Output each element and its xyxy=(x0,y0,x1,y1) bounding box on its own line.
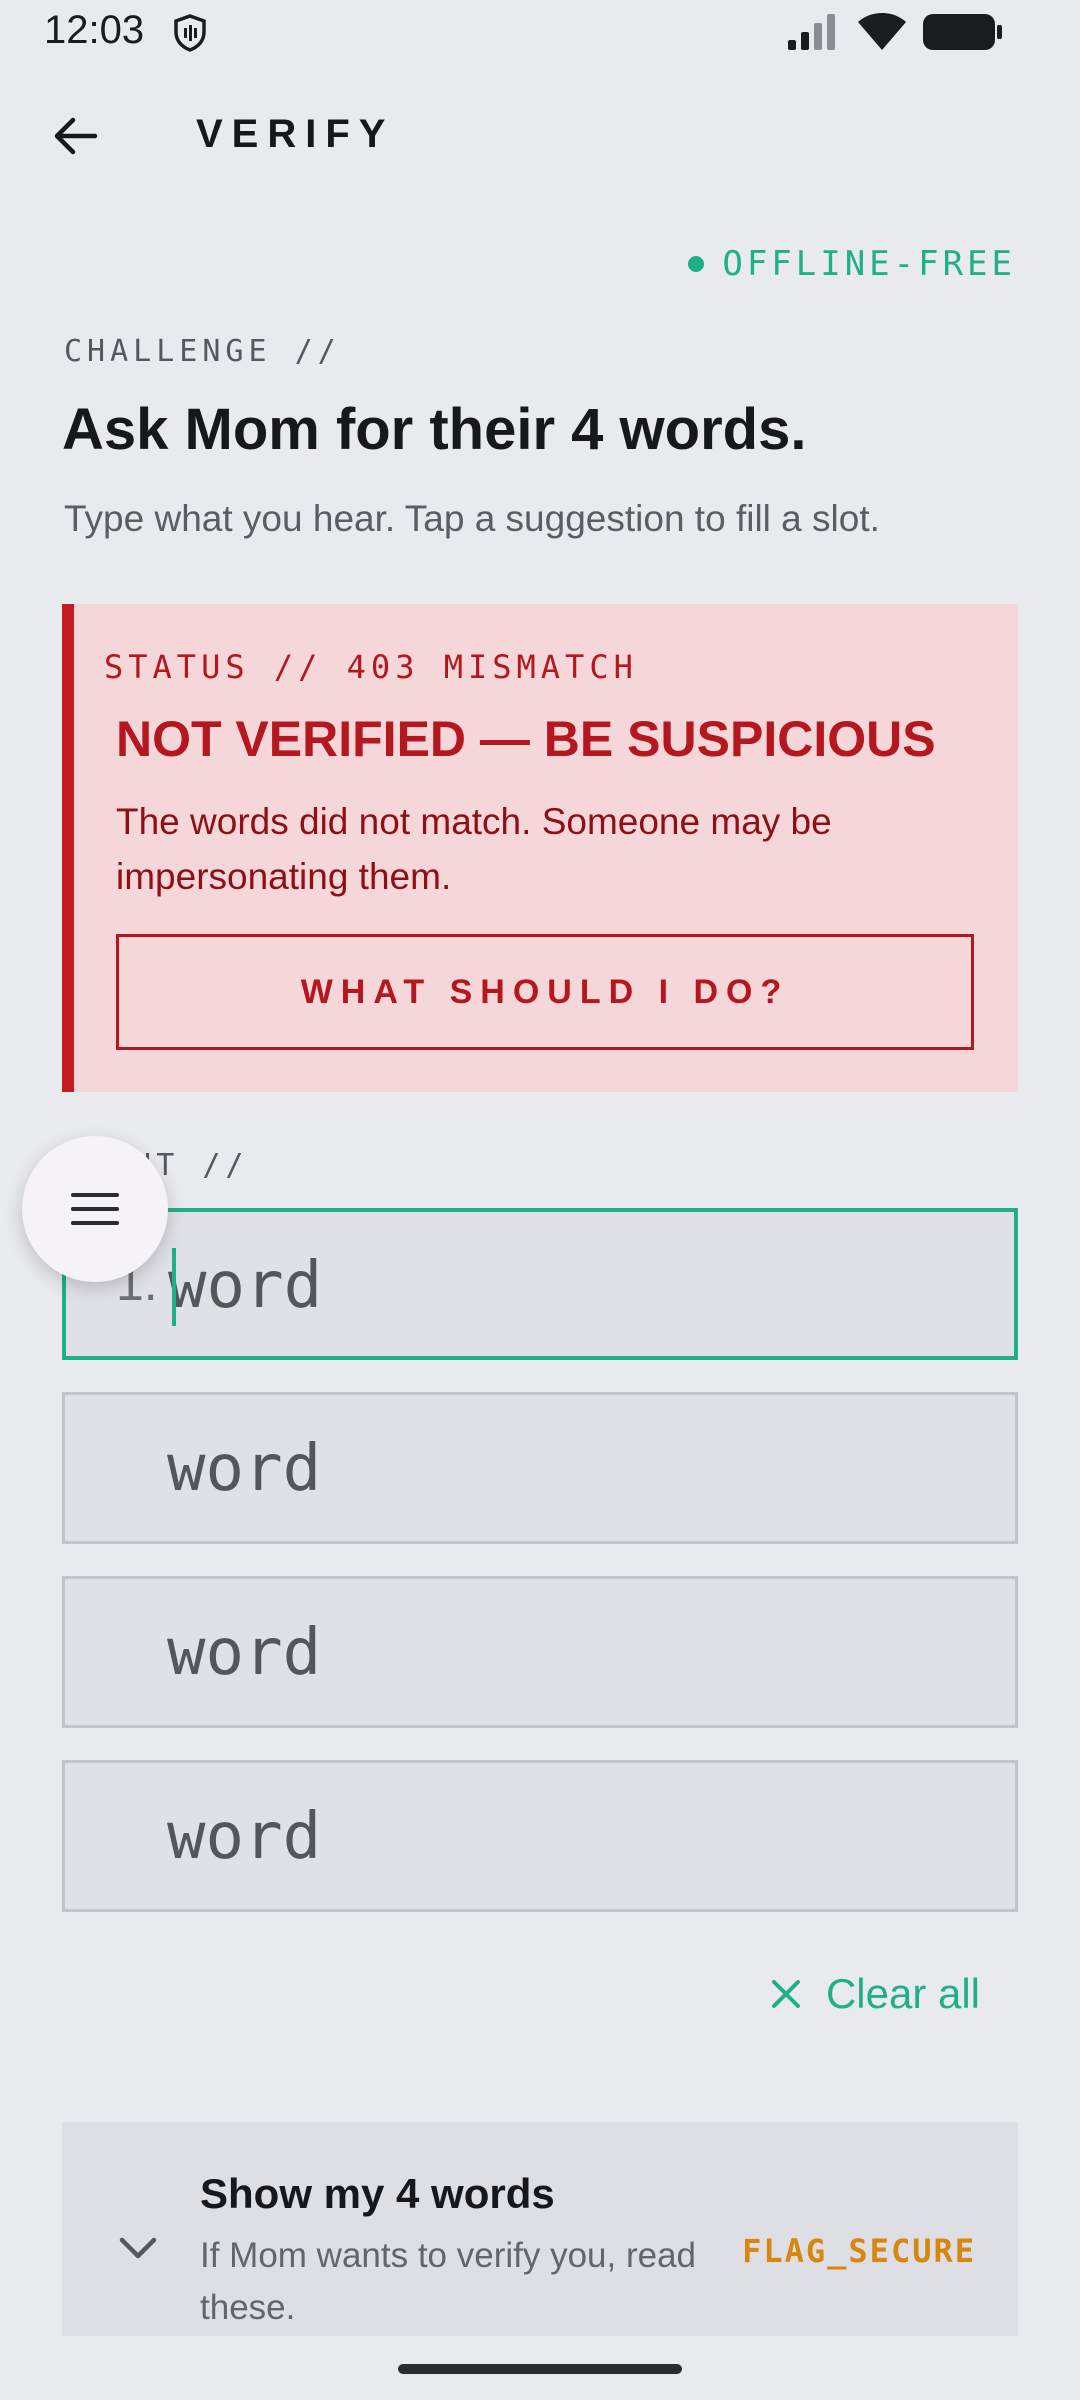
close-icon xyxy=(771,1980,800,2008)
alert-title: NOT VERIFIED — BE SUSPICIOUS xyxy=(116,711,936,767)
alert-body: The words did not match. Someone may be … xyxy=(116,801,832,897)
word-slot-4[interactable] xyxy=(62,1760,1018,1912)
text-caret xyxy=(172,1248,176,1326)
word-slot-2[interactable] xyxy=(62,1392,1018,1544)
clear-all-label: Clear all xyxy=(825,1970,980,2017)
word-input-2[interactable] xyxy=(167,1421,967,1517)
clear-all-button[interactable]: Clear all xyxy=(770,1970,980,2018)
status-time: 12:03 xyxy=(44,8,145,52)
back-button[interactable] xyxy=(40,104,110,168)
menu-button[interactable] xyxy=(22,1136,168,1282)
alert-status: STATUS // 403 MISMATCH xyxy=(104,648,638,686)
challenge-subtitle: Type what you hear. Tap a suggestion to … xyxy=(64,498,880,539)
status-bar: 12:03 xyxy=(0,0,1080,64)
page-title: VERIFY xyxy=(196,112,395,156)
word-input-3[interactable] xyxy=(167,1605,967,1701)
offline-badge: OFFLINE-FREE xyxy=(688,244,1016,284)
signal-icon xyxy=(788,14,835,50)
panel-description: If Mom wants to verify you, read these. xyxy=(200,2236,697,2327)
flag-secure-badge: FLAG_SECURE xyxy=(742,2232,976,2270)
wifi-icon xyxy=(858,13,906,50)
panel-title: Show my 4 words xyxy=(200,2170,555,2217)
arrow-left-icon xyxy=(54,117,98,155)
word-input-4[interactable] xyxy=(167,1789,967,1885)
menu-icon xyxy=(71,1193,119,1225)
chevron-down-icon xyxy=(119,2237,157,2259)
what-should-i-do-button[interactable]: WHAT SHOULD I DO? xyxy=(116,934,974,1050)
word-slot-1[interactable]: 1. xyxy=(62,1208,1018,1360)
offline-badge-label: OFFLINE-FREE xyxy=(722,244,1016,284)
battery-icon xyxy=(923,14,1002,50)
challenge-label: CHALLENGE // xyxy=(64,334,341,369)
word-input-1[interactable] xyxy=(168,1238,968,1334)
show-words-panel[interactable]: Show my 4 words If Mom wants to verify y… xyxy=(62,2122,1018,2336)
challenge-title: Ask Mom for their 4 words. xyxy=(62,397,807,462)
home-indicator[interactable] xyxy=(398,2364,682,2374)
shield-icon xyxy=(174,14,206,52)
status-dot-icon xyxy=(688,256,705,272)
word-slot-3[interactable] xyxy=(62,1576,1018,1728)
